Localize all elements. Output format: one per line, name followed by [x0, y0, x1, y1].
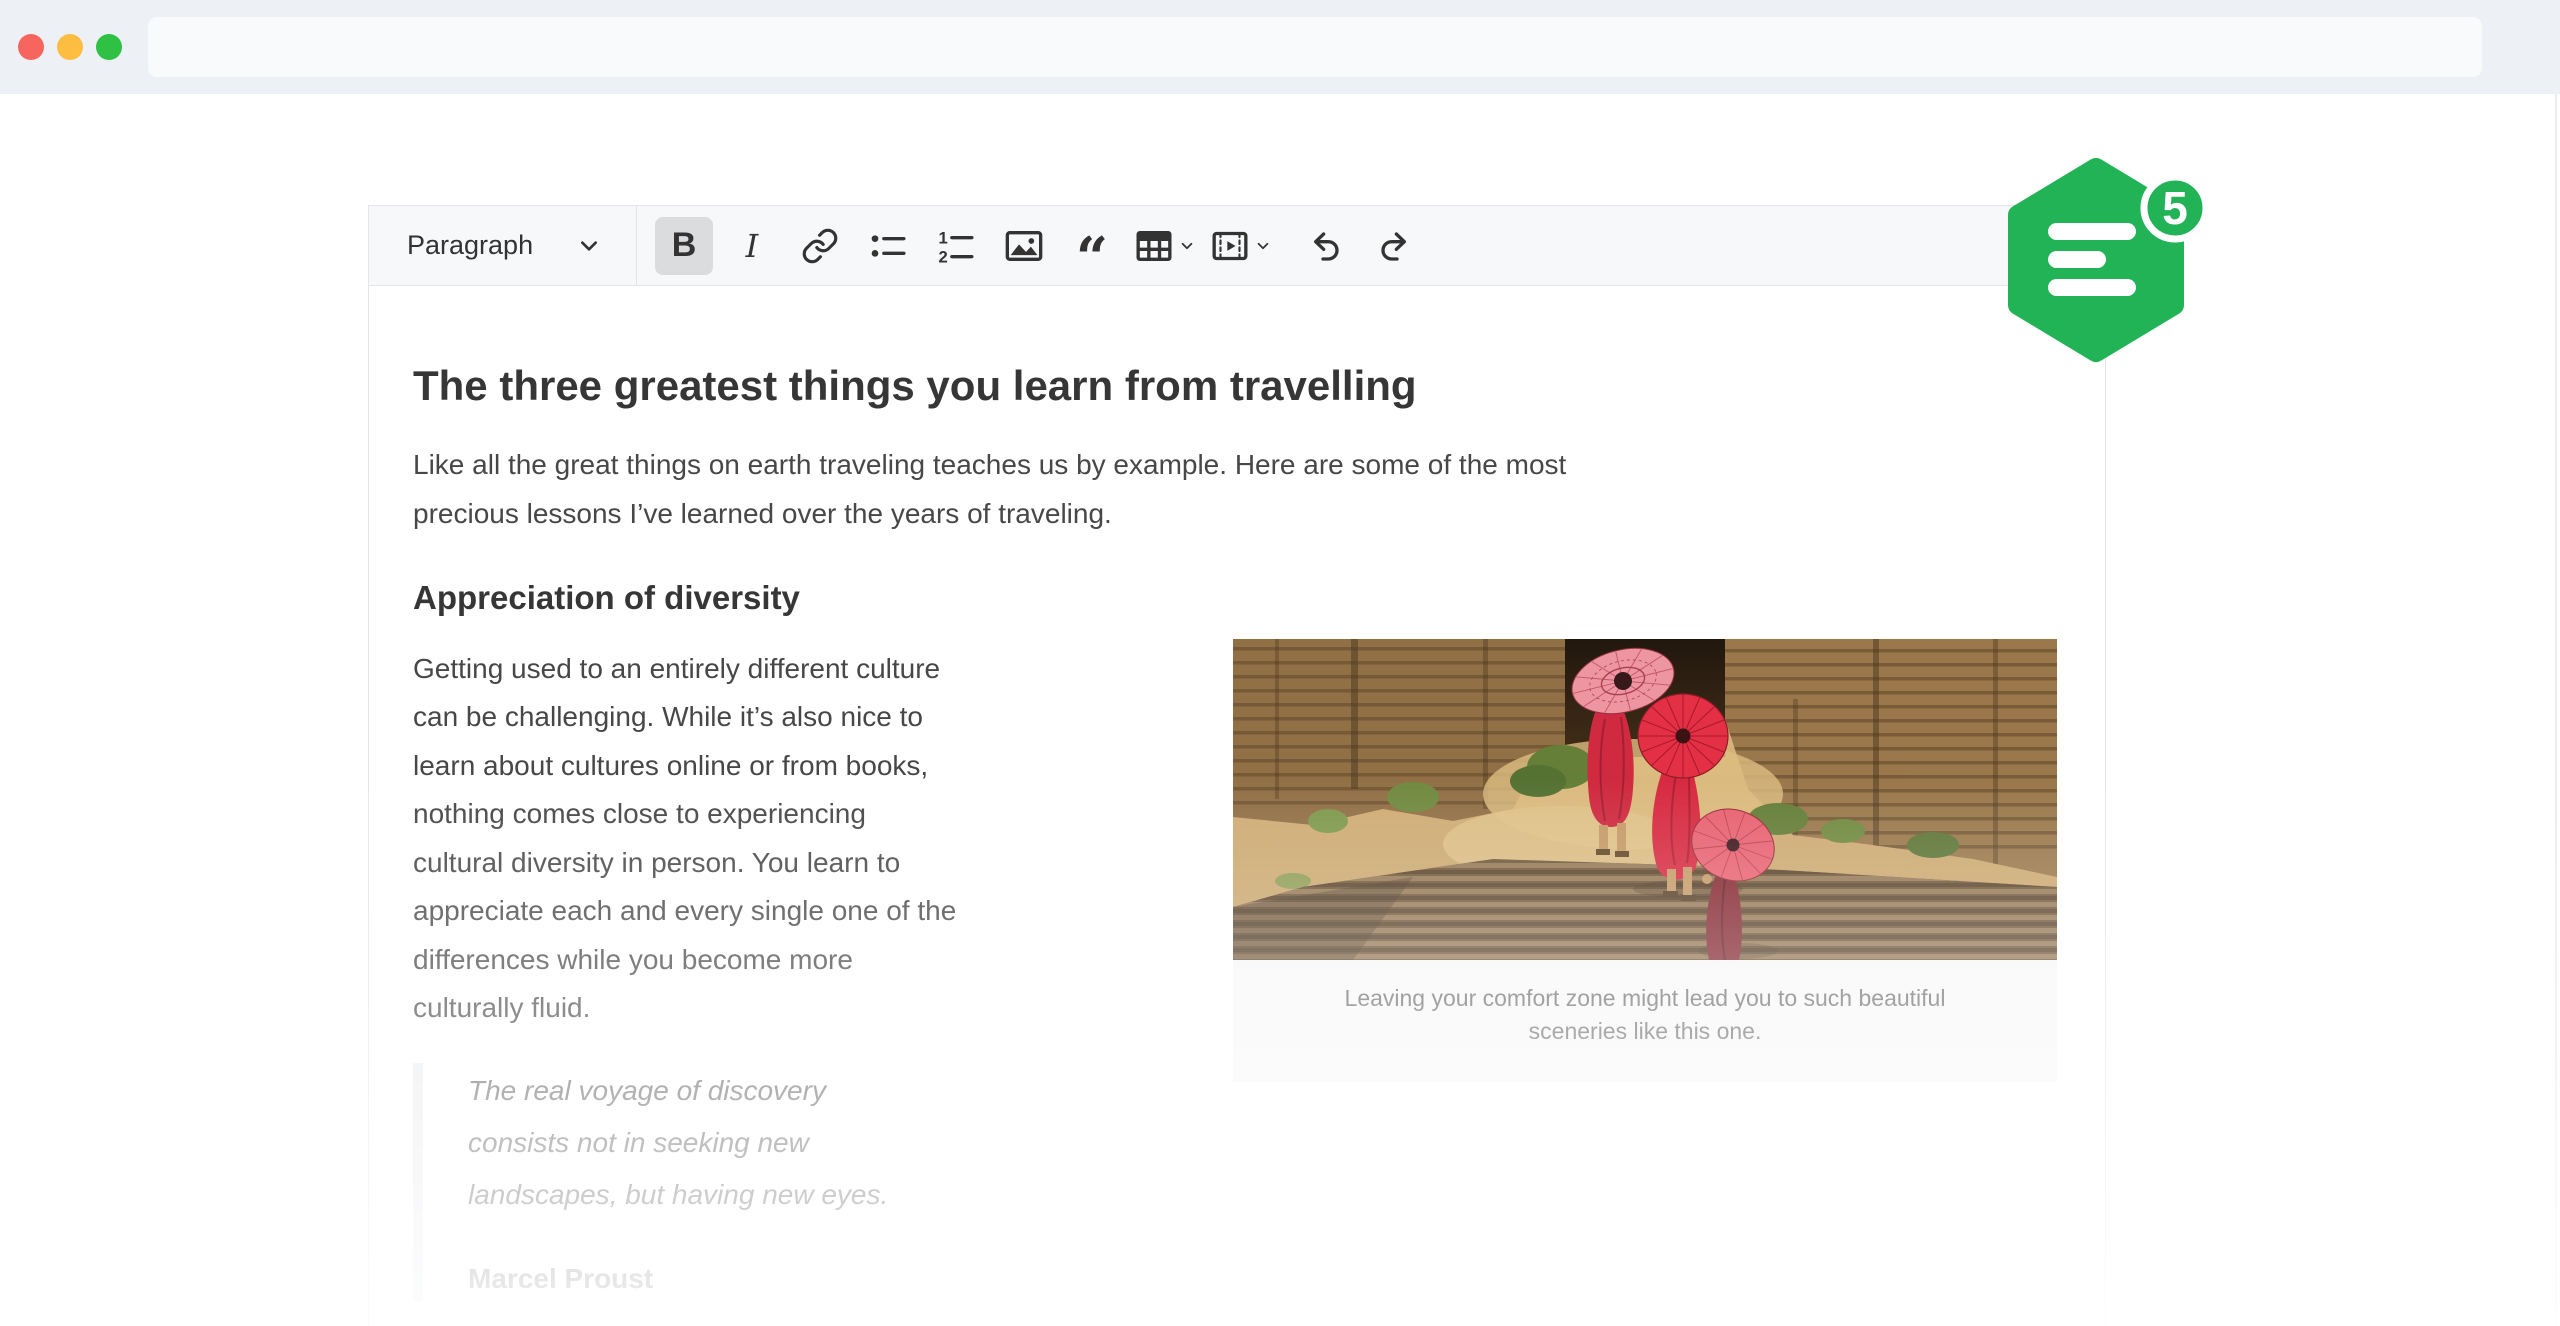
chevron-down-icon [581, 240, 597, 251]
heading-dropdown-label: Paragraph [407, 230, 534, 260]
media-embed-split-button [1207, 217, 1273, 275]
image-icon [1005, 230, 1043, 261]
rich-text-editor: Paragraph B I 1 2 “ The three greatest t… [368, 205, 2106, 1326]
numbered-list-button[interactable]: 1 2 [927, 217, 985, 275]
intro-paragraph[interactable]: Like all the great things on earth trave… [413, 440, 2057, 538]
insert-table-chevron[interactable] [1177, 217, 1197, 275]
window-minimize-button[interactable] [57, 34, 83, 60]
block-quote[interactable]: The real voyage of discovery consists no… [413, 1062, 1103, 1301]
text-column: Getting used to an entirely different cu… [413, 639, 1103, 1301]
insert-table-split-button [1131, 217, 1197, 275]
bold-icon: B [671, 226, 697, 264]
address-bar-input[interactable] [148, 17, 2482, 77]
window-controls [18, 34, 122, 60]
window-maximize-button[interactable] [96, 34, 122, 60]
chevron-down-icon [1181, 242, 1193, 249]
ckeditor-logo-badge: 5 [2008, 158, 2210, 362]
redo-button[interactable] [1367, 217, 1425, 275]
document-title[interactable]: The three greatest things you learn from… [413, 361, 2057, 411]
editor-content[interactable]: The three greatest things you learn from… [369, 286, 2105, 1326]
media-embed-button[interactable] [1207, 217, 1253, 275]
version-number: 5 [2162, 182, 2188, 234]
section-heading[interactable]: Appreciation of diversity [413, 578, 2057, 618]
insert-image-button[interactable] [995, 217, 1053, 275]
media-embed-icon [1212, 231, 1248, 260]
redo-icon [1381, 231, 1406, 261]
window-close-button[interactable] [18, 34, 44, 60]
viewport-right-border [2555, 94, 2557, 1326]
body-paragraph[interactable]: Getting used to an entirely different cu… [413, 645, 1103, 1033]
content-image[interactable] [1233, 638, 2057, 960]
heading-dropdown[interactable]: Paragraph [389, 217, 617, 275]
table-icon [1136, 230, 1172, 261]
two-column-block: Getting used to an entirely different cu… [413, 638, 2057, 1301]
media-embed-chevron[interactable] [1253, 217, 1273, 275]
svg-text:2: 2 [939, 247, 948, 265]
block-quote-icon: “ [1075, 224, 1109, 291]
image-caption[interactable]: Leaving your comfort zone might lead you… [1233, 959, 2057, 1082]
toolbar-separator [636, 206, 637, 285]
svg-text:1: 1 [939, 228, 948, 247]
undo-button[interactable] [1295, 217, 1353, 275]
quote-text[interactable]: The real voyage of discovery consists no… [468, 1065, 1103, 1221]
link-button[interactable] [791, 217, 849, 275]
screen: Paragraph B I 1 2 “ The three greatest t… [0, 0, 2560, 1326]
block-quote-button[interactable]: “ [1063, 217, 1121, 286]
italic-button[interactable]: I [723, 217, 781, 275]
editor-toolbar: Paragraph B I 1 2 “ [369, 206, 2105, 286]
quote-author[interactable]: Marcel Proust [468, 1263, 1103, 1295]
numbered-list-icon: 1 2 [939, 228, 974, 266]
bulleted-list-icon [871, 234, 906, 257]
bulleted-list-button[interactable] [859, 217, 917, 275]
browser-topbar [0, 0, 2560, 94]
link-icon [802, 228, 838, 263]
bold-button[interactable]: B [655, 216, 713, 275]
content-image-figure[interactable]: Leaving your comfort zone might lead you… [1233, 638, 2057, 1082]
italic-icon: I [745, 226, 759, 265]
insert-table-button[interactable] [1131, 217, 1177, 275]
chevron-down-icon [1257, 242, 1269, 249]
undo-icon [1314, 231, 1339, 261]
